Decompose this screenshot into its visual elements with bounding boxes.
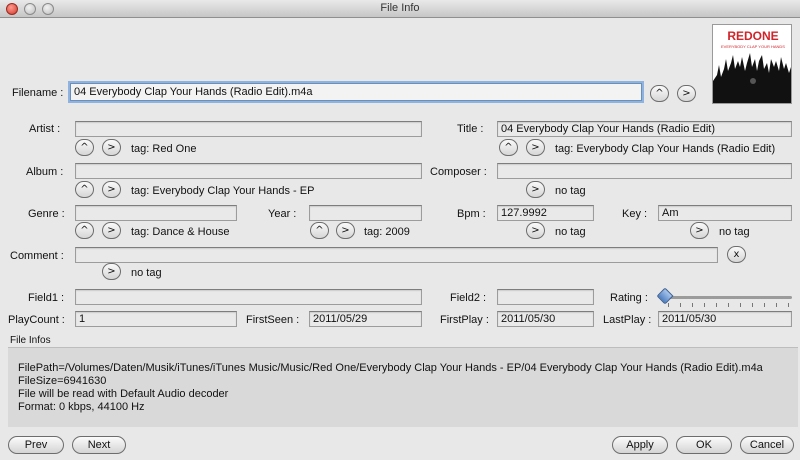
genre-field[interactable] bbox=[75, 205, 237, 221]
title-field[interactable]: 04 Everybody Clap Your Hands (Radio Edit… bbox=[497, 121, 792, 137]
playcount-label: PlayCount : bbox=[8, 314, 65, 326]
artist-tag-button[interactable]: > bbox=[102, 139, 121, 156]
svg-text:EVERYBODY CLAP YOUR HANDS: EVERYBODY CLAP YOUR HANDS bbox=[721, 44, 785, 49]
close-window-icon[interactable] bbox=[6, 3, 18, 15]
firstplay-label: FirstPlay : bbox=[440, 314, 489, 326]
composer-tag-text: no tag bbox=[555, 185, 586, 197]
composer-label: Composer : bbox=[430, 166, 487, 178]
filename-label: Filename : bbox=[12, 87, 64, 99]
comment-tag-text: no tag bbox=[131, 267, 162, 279]
comment-clear-button[interactable]: x bbox=[727, 246, 746, 263]
key-label: Key : bbox=[622, 208, 648, 220]
file-infos-heading: File Infos bbox=[10, 335, 51, 346]
album-tag-text: tag: Everybody Clap Your Hands - EP bbox=[131, 185, 315, 197]
artist-tag-text: tag: Red One bbox=[131, 143, 197, 155]
file-info-line: File will be read with Default Audio dec… bbox=[18, 388, 229, 400]
year-up-button[interactable]: ^ bbox=[310, 222, 329, 239]
next-button[interactable]: Next bbox=[72, 436, 126, 454]
file-info-line: FilePath=/Volumes/Daten/Musik/iTunes/iTu… bbox=[18, 362, 763, 374]
rating-label: Rating : bbox=[610, 292, 648, 304]
filename-next-button[interactable]: > bbox=[677, 85, 696, 102]
title-tag-text: tag: Everybody Clap Your Hands (Radio Ed… bbox=[555, 143, 776, 155]
field2-field[interactable] bbox=[497, 289, 594, 305]
firstseen-label: FirstSeen : bbox=[246, 314, 300, 326]
apply-button[interactable]: Apply bbox=[612, 436, 668, 454]
album-field[interactable] bbox=[75, 163, 422, 179]
album-up-button[interactable]: ^ bbox=[75, 181, 94, 198]
file-info-line: FileSize=6941630 bbox=[18, 375, 107, 387]
bpm-label: Bpm : bbox=[457, 208, 486, 220]
firstplay-field[interactable]: 2011/05/30 bbox=[497, 311, 594, 327]
album-label: Album : bbox=[26, 166, 64, 178]
title-up-button[interactable]: ^ bbox=[499, 139, 518, 156]
genre-tag-button[interactable]: > bbox=[102, 222, 121, 239]
playcount-field[interactable]: 1 bbox=[75, 311, 237, 327]
artist-up-button[interactable]: ^ bbox=[75, 139, 94, 156]
prev-button[interactable]: Prev bbox=[8, 436, 64, 454]
album-art: REDONE EVERYBODY CLAP YOUR HANDS bbox=[712, 24, 792, 104]
key-tag-button[interactable]: > bbox=[690, 222, 709, 239]
filename-field[interactable]: 04 Everybody Clap Your Hands (Radio Edit… bbox=[70, 83, 642, 101]
window-title: File Info bbox=[380, 2, 420, 14]
firstseen-field[interactable]: 2011/05/29 bbox=[309, 311, 422, 327]
lastplay-label: LastPlay : bbox=[603, 314, 652, 326]
composer-tag-button[interactable]: > bbox=[526, 181, 545, 198]
cancel-button[interactable]: Cancel bbox=[740, 436, 794, 454]
key-tag-text: no tag bbox=[719, 226, 750, 238]
key-field[interactable]: Am bbox=[658, 205, 792, 221]
year-label: Year : bbox=[268, 208, 297, 220]
filename-up-button[interactable]: ^ bbox=[650, 85, 669, 102]
svg-text:REDONE: REDONE bbox=[727, 29, 778, 43]
comment-tag-button[interactable]: > bbox=[102, 263, 121, 280]
rating-slider-thumb[interactable] bbox=[656, 287, 674, 305]
zoom-window-icon[interactable] bbox=[42, 3, 54, 15]
album-art-image: REDONE EVERYBODY CLAP YOUR HANDS bbox=[713, 25, 791, 103]
file-info-window: File Info REDONE EVERYBODY CLAP YOUR HAN… bbox=[0, 0, 800, 460]
artist-field[interactable] bbox=[75, 121, 422, 137]
field1-label: Field1 : bbox=[28, 292, 65, 304]
bpm-tag-text: no tag bbox=[555, 226, 586, 238]
year-field[interactable] bbox=[309, 205, 422, 221]
genre-tag-text: tag: Dance & House bbox=[131, 226, 230, 238]
title-label: Title : bbox=[457, 123, 484, 135]
field1-field[interactable] bbox=[75, 289, 422, 305]
composer-field[interactable] bbox=[497, 163, 792, 179]
album-tag-button[interactable]: > bbox=[102, 181, 121, 198]
genre-label: Genre : bbox=[28, 208, 65, 220]
file-info-line: Format: 0 kbps, 44100 Hz bbox=[18, 401, 145, 413]
rating-slider-track[interactable] bbox=[664, 296, 792, 299]
minimize-window-icon[interactable] bbox=[24, 3, 36, 15]
bpm-tag-button[interactable]: > bbox=[526, 222, 545, 239]
comment-label: Comment : bbox=[10, 250, 64, 262]
title-tag-button[interactable]: > bbox=[526, 139, 545, 156]
ok-button[interactable]: OK bbox=[676, 436, 732, 454]
lastplay-field[interactable]: 2011/05/30 bbox=[658, 311, 792, 327]
rating-slider-ticks bbox=[668, 303, 792, 307]
comment-field[interactable] bbox=[75, 247, 718, 263]
artist-label: Artist : bbox=[29, 123, 61, 135]
genre-up-button[interactable]: ^ bbox=[75, 222, 94, 239]
year-tag-text: tag: 2009 bbox=[364, 226, 410, 238]
field2-label: Field2 : bbox=[450, 292, 487, 304]
file-infos-panel: FilePath=/Volumes/Daten/Musik/iTunes/iTu… bbox=[8, 347, 798, 427]
year-tag-button[interactable]: > bbox=[336, 222, 355, 239]
titlebar: File Info bbox=[0, 0, 800, 18]
bpm-field[interactable]: 127.9992 bbox=[497, 205, 594, 221]
